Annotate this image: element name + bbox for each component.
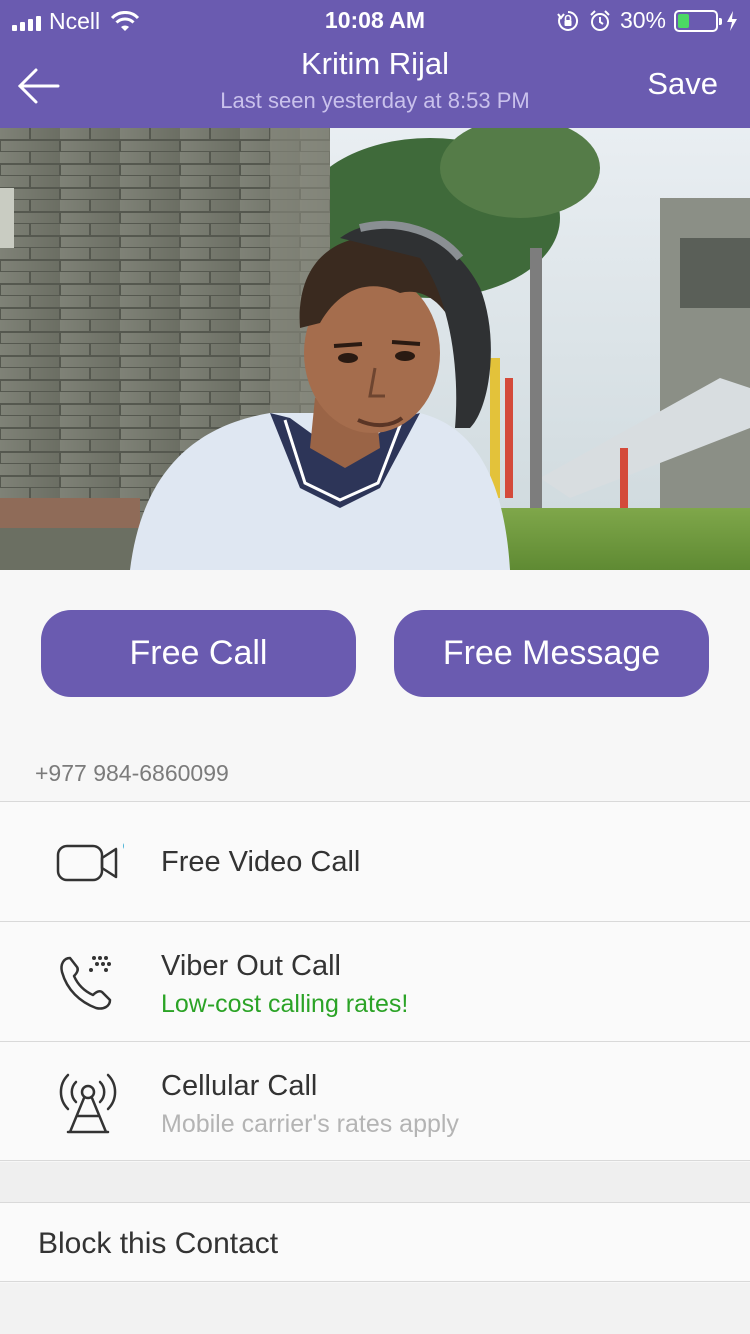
free-video-call-row[interactable]: Free Video Call xyxy=(0,801,750,921)
status-bar: Ncell 10:08 AM 30% xyxy=(0,0,750,40)
phone-dots-icon xyxy=(60,956,112,1010)
free-call-button[interactable]: Free Call xyxy=(41,610,356,697)
battery-icon xyxy=(674,9,722,32)
viber-out-call-subtitle: Low-cost calling rates! xyxy=(161,990,409,1018)
cell-tower-icon xyxy=(59,1073,117,1134)
section-separator xyxy=(0,1162,750,1202)
cellular-call-subtitle: Mobile carrier's rates apply xyxy=(161,1110,459,1138)
battery-percent: 30% xyxy=(619,7,666,33)
alarm-clock-icon xyxy=(590,9,610,31)
rotation-lock-icon xyxy=(557,10,578,31)
charging-bolt-icon xyxy=(727,10,737,31)
cellular-call-label: Cellular Call xyxy=(161,1070,318,1102)
phone-number: +977 984-6860099 xyxy=(35,760,229,786)
battery-fill xyxy=(678,13,689,28)
back-arrow-icon[interactable] xyxy=(14,62,62,110)
block-contact-button[interactable]: Block this Contact xyxy=(0,1202,750,1282)
block-contact-label: Block this Contact xyxy=(38,1227,279,1260)
action-buttons: Free Call Free Message xyxy=(0,570,750,730)
contact-photo-image xyxy=(0,128,750,570)
status-right: 30% xyxy=(556,7,738,34)
top-header: Ncell 10:08 AM 30% Kritim Rijal Last see… xyxy=(0,0,750,128)
title-block: Kritim Rijal Last seen yesterday at 8:53… xyxy=(150,46,600,114)
call-options-list: Free Video Call Viber Out Call Low-cost … xyxy=(0,801,750,1161)
last-seen-status: Last seen yesterday at 8:53 PM xyxy=(220,88,530,113)
viber-out-call-row[interactable]: Viber Out Call Low-cost calling rates! xyxy=(0,921,750,1041)
bottom-background xyxy=(0,1283,750,1334)
contact-name: Kritim Rijal xyxy=(300,46,450,81)
free-message-button[interactable]: Free Message xyxy=(394,610,709,697)
contact-photo xyxy=(0,128,750,570)
save-button[interactable]: Save xyxy=(647,66,718,102)
viber-out-call-label: Viber Out Call xyxy=(161,950,341,982)
battery-tip xyxy=(719,17,722,25)
video-camera-icon xyxy=(56,843,124,882)
free-video-call-label: Free Video Call xyxy=(161,846,361,878)
cellular-call-row[interactable]: Cellular Call Mobile carrier's rates app… xyxy=(0,1041,750,1161)
